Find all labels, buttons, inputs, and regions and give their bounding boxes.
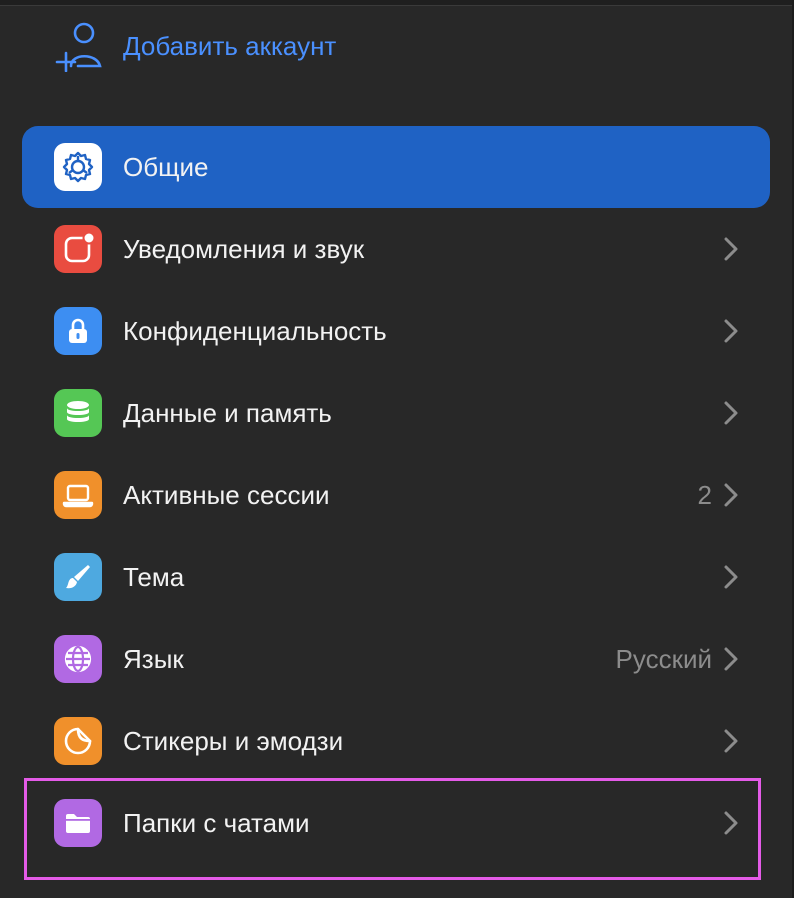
- chevron-right-icon: [724, 483, 738, 507]
- menu-item-stickers[interactable]: Стикеры и эмодзи: [22, 700, 770, 782]
- chevron-right-icon: [724, 811, 738, 835]
- menu-item-label: Папки с чатами: [123, 808, 310, 838]
- settings-panel: Добавить аккаунт Общие Уведомления и зву…: [0, 0, 794, 898]
- add-user-icon: [54, 20, 104, 73]
- notification-icon: [54, 225, 102, 273]
- language-value: Русский: [615, 644, 712, 674]
- sticker-icon: [54, 717, 102, 765]
- chevron-right-icon: [724, 729, 738, 753]
- chevron-right-icon: [724, 647, 738, 671]
- folder-icon: [54, 799, 102, 847]
- gear-icon: [54, 143, 102, 191]
- menu-item-data-storage[interactable]: Данные и память: [22, 372, 770, 454]
- menu-item-privacy[interactable]: Конфиденциальность: [22, 290, 770, 372]
- brush-icon: [54, 553, 102, 601]
- menu-item-label: Язык: [123, 644, 184, 674]
- menu-item-label: Уведомления и звук: [123, 234, 365, 264]
- globe-icon: [54, 635, 102, 683]
- menu-item-label: Конфиденциальность: [123, 316, 387, 346]
- menu-item-general[interactable]: Общие: [22, 126, 770, 208]
- chevron-right-icon: [724, 237, 738, 261]
- menu-item-notifications[interactable]: Уведомления и звук: [22, 208, 770, 290]
- menu-item-label: Активные сессии: [123, 480, 330, 510]
- chevron-right-icon: [724, 401, 738, 425]
- laptop-icon: [54, 471, 102, 519]
- sessions-count: 2: [697, 480, 712, 510]
- menu-item-label: Данные и память: [123, 398, 332, 428]
- chevron-right-icon: [724, 565, 738, 589]
- menu-item-label: Тема: [123, 562, 185, 592]
- database-icon: [54, 389, 102, 437]
- menu-item-active-sessions[interactable]: Активные сессии 2: [22, 454, 770, 536]
- chevron-right-icon: [724, 319, 738, 343]
- lock-icon: [54, 307, 102, 355]
- menu-item-language[interactable]: Язык Русский: [22, 618, 770, 700]
- menu-item-chat-folders[interactable]: Папки с чатами: [22, 782, 770, 864]
- top-divider: [0, 0, 794, 6]
- add-account-label: Добавить аккаунт: [123, 30, 337, 61]
- menu-item-label: Стикеры и эмодзи: [123, 726, 344, 756]
- menu-item-theme[interactable]: Тема: [22, 536, 770, 618]
- add-account-button[interactable]: Добавить аккаунт: [54, 20, 337, 73]
- menu-item-label: Общие: [123, 152, 209, 182]
